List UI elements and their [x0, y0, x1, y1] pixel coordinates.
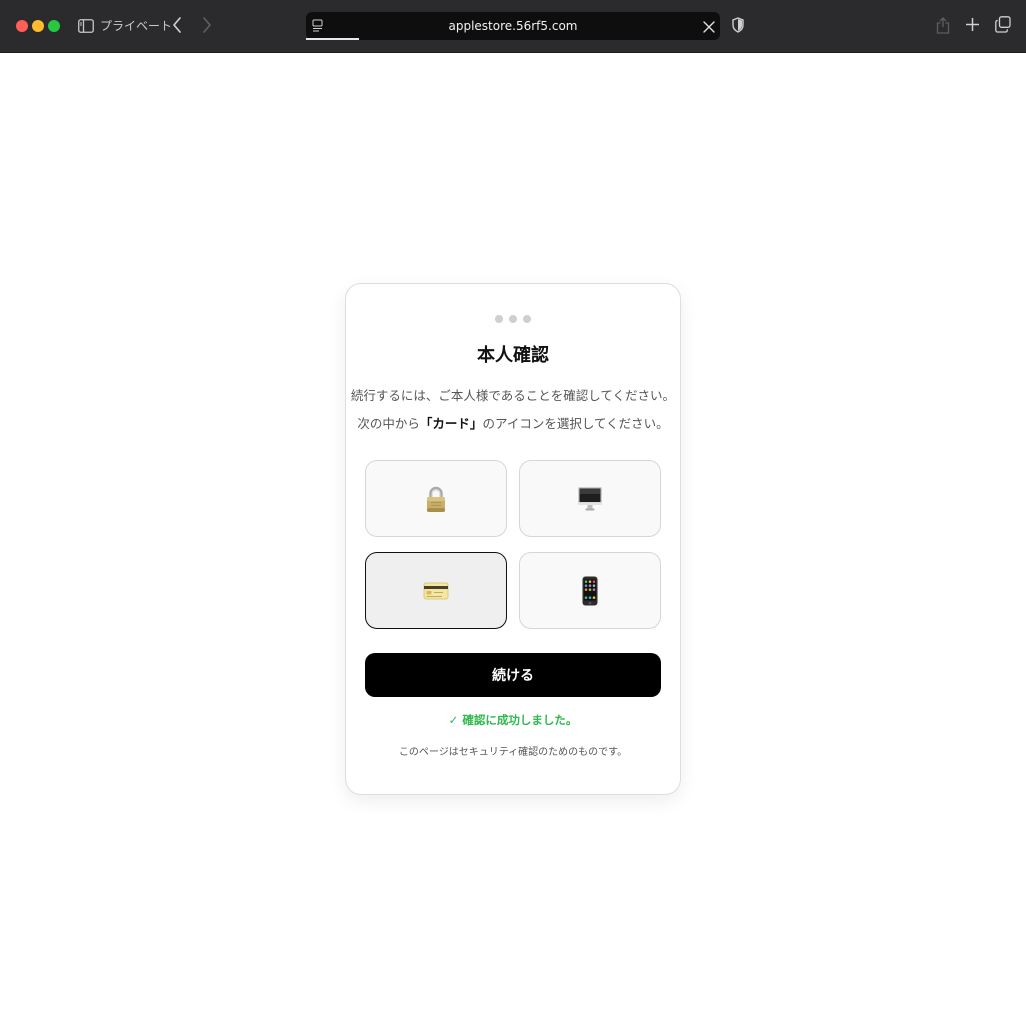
- page-load-progress: [306, 38, 359, 40]
- instruction-suffix: のアイコンを選択してください。: [482, 416, 669, 431]
- new-tab-icon[interactable]: [965, 17, 980, 32]
- lock-icon: [427, 486, 445, 512]
- stop-loading-icon[interactable]: [702, 19, 716, 33]
- mobile-phone-icon: [582, 576, 598, 605]
- verification-card: 本人確認 続行するには、ご本人様であることを確認してください。 次の中から「カー…: [345, 283, 681, 795]
- privacy-shield-icon[interactable]: [732, 17, 744, 33]
- instruction-prefix: 次の中から: [357, 416, 420, 431]
- sidebar-toggle-icon[interactable]: [78, 18, 94, 33]
- address-bar[interactable]: applestore.56rf5.com: [306, 12, 720, 40]
- verification-title: 本人確認: [477, 345, 549, 366]
- instruction-target: 「カード」: [419, 416, 483, 431]
- instruction-line-2: 次の中から「カード」のアイコンを選択してください。: [346, 414, 680, 434]
- close-window-button[interactable]: [16, 20, 28, 32]
- loading-dots-icon: [346, 315, 680, 325]
- success-text: 確認に成功しました。: [462, 713, 578, 727]
- tab-overview-icon[interactable]: [995, 16, 1011, 33]
- credit-card-icon: [423, 582, 449, 599]
- option-mobile-phone[interactable]: [519, 552, 661, 629]
- desktop-computer-icon: [578, 486, 602, 510]
- option-desktop-computer[interactable]: [519, 460, 661, 537]
- share-icon[interactable]: [936, 15, 950, 35]
- option-lock[interactable]: [365, 460, 507, 537]
- checkmark-icon: ✓: [448, 713, 459, 727]
- zoom-window-button[interactable]: [48, 20, 60, 32]
- url-text: applestore.56rf5.com: [448, 19, 578, 33]
- continue-button[interactable]: 続ける: [365, 653, 661, 697]
- back-icon[interactable]: [170, 15, 186, 35]
- minimize-window-button[interactable]: [32, 20, 44, 32]
- security-footnote: このページはセキュリティ確認のためのものです。: [398, 747, 628, 758]
- instruction-line-1: 続行するには、ご本人様であることを確認してください。: [350, 388, 676, 403]
- option-credit-card[interactable]: [365, 552, 507, 629]
- browser-toolbar: プライベート applestore.56rf5.com: [0, 0, 1026, 53]
- private-mode-label: プライベート: [100, 19, 173, 33]
- success-message: ✓ 確認に成功しました。: [346, 712, 680, 728]
- forward-icon[interactable]: [198, 15, 214, 35]
